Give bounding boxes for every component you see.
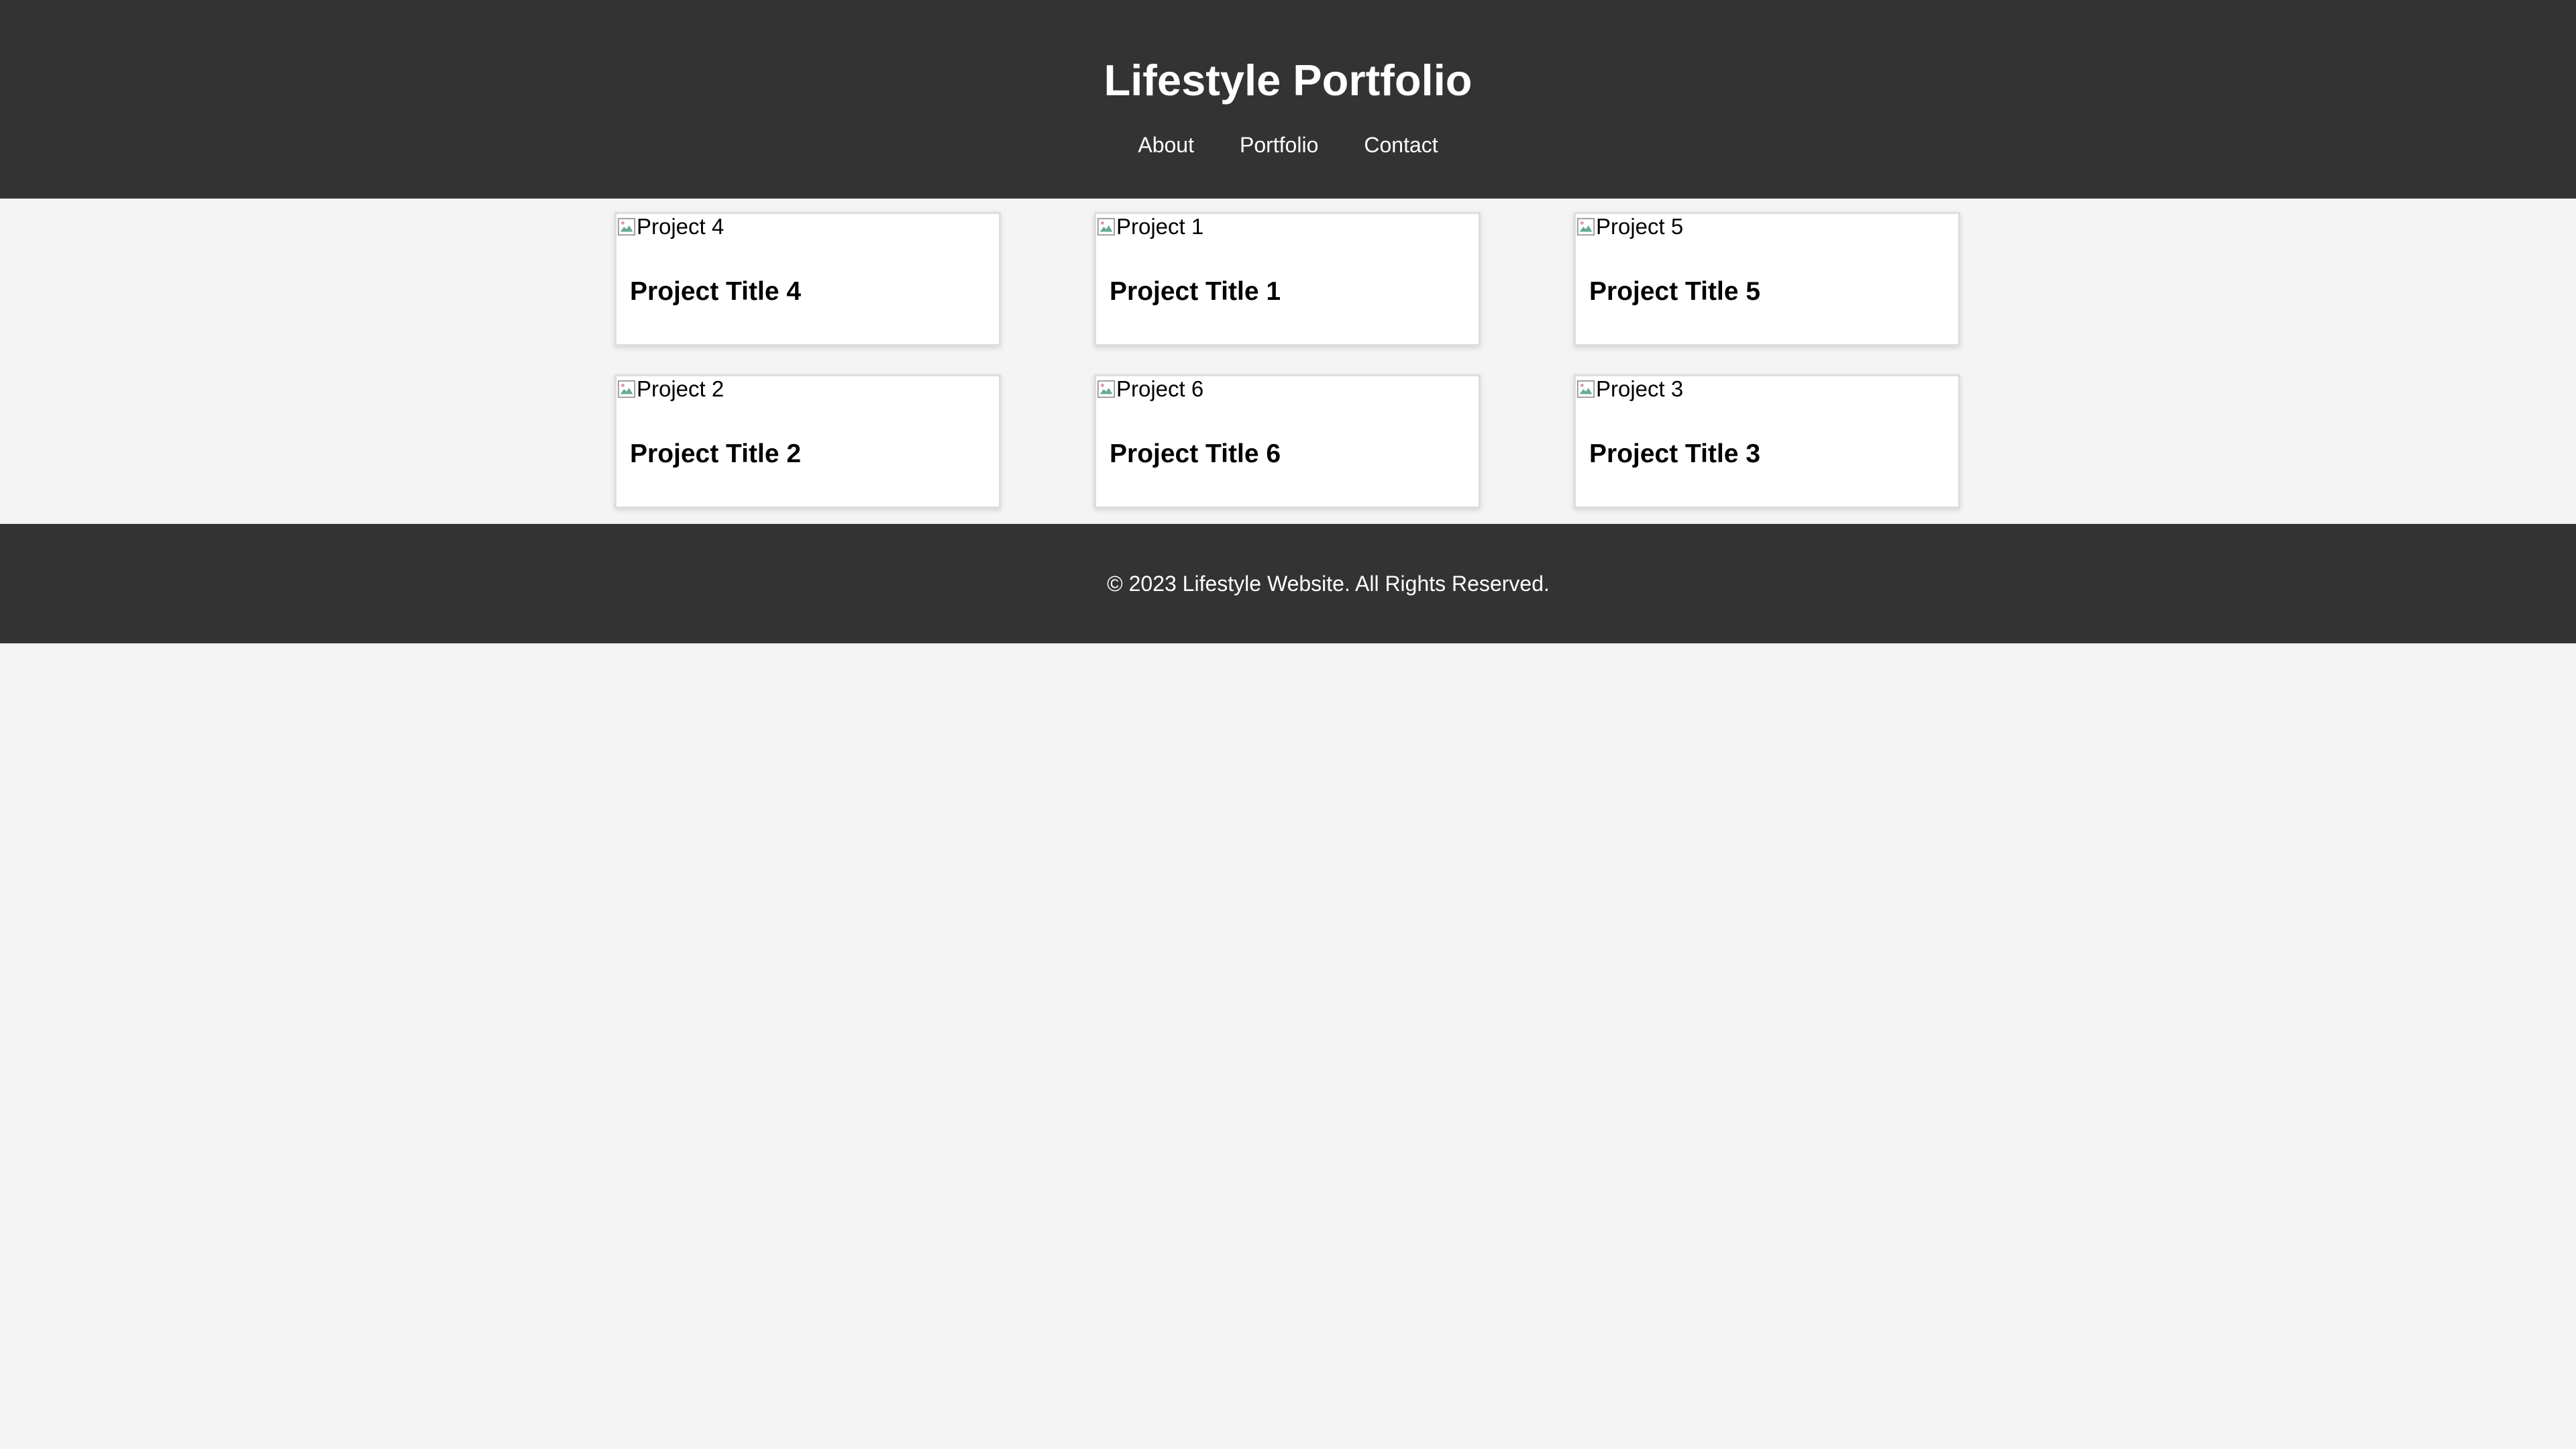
project-card[interactable]: Project 5 Project Title 5 [1574, 212, 1960, 346]
site-title: Lifestyle Portfolio [1104, 56, 1472, 105]
project-image-alt: Project 5 [1596, 214, 1684, 239]
portfolio-section: Project 4 Project Title 4 Project 1 Proj… [0, 199, 2576, 524]
project-card[interactable]: Project 4 Project Title 4 [614, 212, 1001, 346]
nav-link-contact[interactable]: Contact [1341, 131, 1460, 158]
project-title: Project Title 6 [1110, 439, 1281, 468]
site-header: Lifestyle Portfolio About Portfolio Cont… [0, 0, 2576, 199]
broken-image-icon [616, 379, 637, 399]
project-image: Project 5 [1576, 215, 1958, 239]
project-image: Project 2 [616, 377, 999, 401]
project-card[interactable]: Project 3 Project Title 3 [1574, 374, 1960, 508]
project-title: Project Title 5 [1589, 277, 1761, 306]
copyright-text: © 2023 Lifestyle Website. All Rights Res… [1107, 572, 1550, 596]
project-title: Project Title 4 [630, 277, 802, 306]
project-title: Project Title 2 [630, 439, 802, 468]
project-grid: Project 4 Project Title 4 Project 1 Proj… [614, 212, 1962, 508]
main-nav: About Portfolio Contact [0, 131, 2576, 158]
nav-link-portfolio[interactable]: Portfolio [1217, 131, 1341, 158]
project-image-alt: Project 2 [637, 376, 724, 401]
project-card[interactable]: Project 6 Project Title 6 [1094, 374, 1481, 508]
project-image: Project 3 [1576, 377, 1958, 401]
broken-image-icon [1576, 217, 1596, 237]
project-card[interactable]: Project 2 Project Title 2 [614, 374, 1001, 508]
project-image: Project 4 [616, 215, 999, 239]
project-title: Project Title 1 [1110, 277, 1281, 306]
project-image: Project 6 [1096, 377, 1479, 401]
project-image: Project 1 [1096, 215, 1479, 239]
project-image-alt: Project 3 [1596, 376, 1684, 401]
broken-image-icon [1576, 379, 1596, 399]
project-title: Project Title 3 [1589, 439, 1761, 468]
site-footer: © 2023 Lifestyle Website. All Rights Res… [0, 524, 2576, 643]
nav-link-about[interactable]: About [1115, 131, 1217, 158]
project-card[interactable]: Project 1 Project Title 1 [1094, 212, 1481, 346]
project-image-alt: Project 6 [1116, 376, 1204, 401]
broken-image-icon [1096, 379, 1116, 399]
broken-image-icon [616, 217, 637, 237]
project-image-alt: Project 1 [1116, 214, 1204, 239]
project-image-alt: Project 4 [637, 214, 724, 239]
broken-image-icon [1096, 217, 1116, 237]
